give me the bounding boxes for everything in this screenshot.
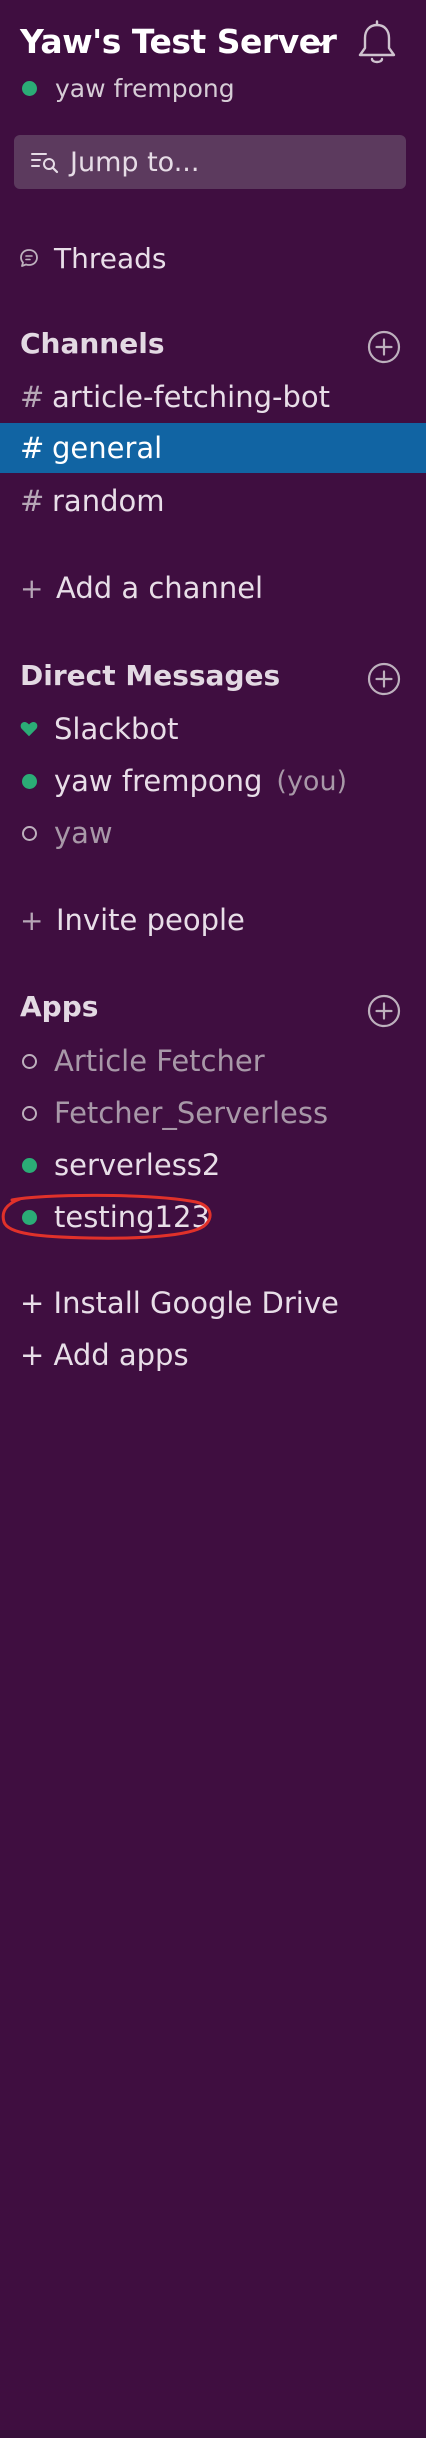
install-google-drive-link[interactable]: + Install Google Drive <box>20 1286 339 1320</box>
app-label: Article Fetcher <box>54 1044 265 1078</box>
plus-icon: + <box>20 903 44 937</box>
you-tag: (you) <box>276 765 348 797</box>
current-user[interactable]: yaw frempong <box>22 74 235 103</box>
presence-online-icon <box>21 1209 37 1225</box>
channels-header[interactable]: Channels <box>20 327 165 360</box>
presence-online-icon <box>22 81 37 96</box>
threads-label: Threads <box>54 241 167 275</box>
channel-item[interactable]: # random <box>0 476 426 526</box>
jump-to-button[interactable]: Jump to... <box>14 135 406 189</box>
invite-people-label: Invite people <box>56 903 245 937</box>
chevron-down-icon[interactable] <box>311 32 331 52</box>
hash-icon: # <box>20 380 45 414</box>
channel-label: random <box>52 484 165 518</box>
dm-item[interactable]: Slackbot <box>0 704 426 754</box>
current-user-name: yaw frempong <box>55 74 235 103</box>
jump-to-icon <box>31 153 59 174</box>
presence-away-icon <box>21 1053 37 1069</box>
sidebar-item-threads[interactable]: Threads <box>0 236 426 280</box>
app-item[interactable]: serverless2 <box>0 1140 426 1190</box>
app-label: Fetcher_Serverless <box>54 1096 329 1130</box>
apps-header[interactable]: Apps <box>20 990 98 1023</box>
dm-item[interactable]: yaw frempong (you) <box>0 756 426 806</box>
presence-online-icon <box>21 773 37 789</box>
presence-online-icon <box>21 1157 37 1173</box>
app-item[interactable]: Article Fetcher <box>0 1036 426 1086</box>
dm-item[interactable]: yaw <box>0 808 426 858</box>
channel-item[interactable]: # article-fetching-bot <box>0 372 426 422</box>
add-dm-icon[interactable] <box>367 662 401 696</box>
bottom-divider <box>0 2430 426 2438</box>
team-name[interactable]: Yaw's Test Server <box>20 22 337 61</box>
threads-icon <box>20 249 38 267</box>
channel-item-selected[interactable]: # general <box>0 423 426 473</box>
direct-messages-header[interactable]: Direct Messages <box>20 659 280 692</box>
hash-icon: # <box>20 484 45 518</box>
app-label: serverless2 <box>54 1148 221 1182</box>
add-channel-label: Add a channel <box>56 571 264 605</box>
plus-icon: + <box>20 571 44 605</box>
presence-away-icon <box>21 825 37 841</box>
app-item[interactable]: testing123 <box>0 1192 426 1242</box>
add-channel-icon[interactable] <box>367 330 401 364</box>
channel-label: general <box>52 431 163 465</box>
presence-away-icon <box>21 1105 37 1121</box>
dm-label: yaw frempong <box>54 764 263 798</box>
channel-label: article-fetching-bot <box>52 380 331 414</box>
jump-to-label: Jump to... <box>70 146 200 178</box>
add-apps-link[interactable]: + Add apps <box>20 1338 189 1372</box>
add-app-icon[interactable] <box>367 994 401 1028</box>
app-label: testing123 <box>54 1200 210 1234</box>
hash-icon: # <box>20 431 45 465</box>
invite-people-button[interactable]: + Invite people <box>0 895 426 945</box>
dm-label: Slackbot <box>54 712 179 746</box>
bell-icon[interactable] <box>357 20 397 68</box>
heart-icon <box>20 722 38 737</box>
add-channel-button[interactable]: + Add a channel <box>0 563 426 613</box>
app-item[interactable]: Fetcher_Serverless <box>0 1088 426 1138</box>
dm-label: yaw <box>54 816 113 850</box>
